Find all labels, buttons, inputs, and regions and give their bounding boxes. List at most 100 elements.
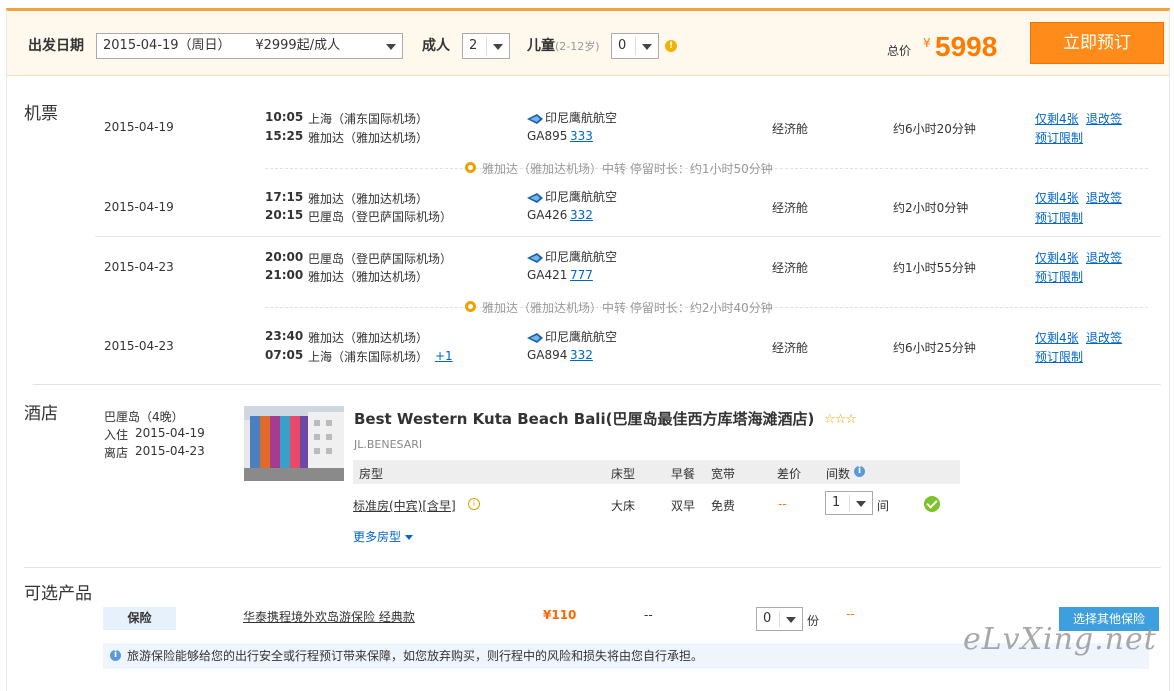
header-room-type: 房型: [359, 467, 384, 481]
help-icon[interactable]: !: [665, 40, 677, 52]
seats-remaining-link[interactable]: 仅剩4张: [1035, 329, 1079, 346]
selected-check-icon: [924, 496, 940, 512]
booking-restriction-link[interactable]: 预订限制: [1035, 348, 1083, 365]
flight-number: GA894: [527, 348, 568, 362]
arrival-airport: 雅加达（雅加达机场）: [308, 131, 429, 145]
flight-date: 2015-04-23: [104, 339, 174, 353]
seats-remaining-link[interactable]: 仅剩4张: [1035, 110, 1079, 127]
flights-section-title: 机票: [24, 104, 58, 124]
refund-change-link[interactable]: 退改签: [1086, 189, 1122, 206]
aircraft-type-link[interactable]: 332: [570, 208, 593, 222]
flight-number: GA421: [527, 268, 568, 282]
flight-date: 2015-04-19: [104, 200, 174, 214]
depart-date-label: 出发日期: [28, 38, 84, 54]
caret-down-icon: [405, 535, 414, 540]
hotel-address: JL.BENESARI: [354, 438, 423, 451]
departure-time: 20:00: [265, 250, 304, 264]
room-type-link[interactable]: 标准房(中宾)[含早]: [353, 497, 456, 514]
header-bed-type: 床型: [611, 467, 636, 481]
transfer-icon: [465, 162, 476, 173]
header-price-diff: 差价: [777, 467, 802, 481]
airline-logo-icon: [527, 332, 543, 343]
header-room-count: 间数: [826, 467, 851, 481]
refund-change-link[interactable]: 退改签: [1086, 110, 1122, 127]
header-breakfast: 早餐: [671, 467, 696, 481]
checkout-date: 2015-04-23: [135, 444, 205, 458]
chevron-down-icon: [493, 44, 503, 50]
arrival-airport: 上海（浦东国际机场）: [308, 350, 429, 364]
insurance-tag: 保险: [103, 607, 176, 630]
insurance-price: ¥110: [543, 608, 577, 622]
aircraft-type-link[interactable]: 333: [570, 129, 593, 143]
insurance-product-link[interactable]: 华泰携程境外欢岛游保险 经典款: [243, 608, 415, 625]
airline-logo-icon: [527, 113, 543, 124]
insurance-qty-select[interactable]: 0: [756, 607, 803, 631]
hotel-city-nights: 巴厘岛（4晚）: [104, 410, 184, 424]
departure-time: 23:40: [265, 329, 304, 343]
total-price: 5998: [935, 31, 998, 62]
aircraft-type-link[interactable]: 332: [570, 348, 593, 362]
flight-date: 2015-04-19: [104, 120, 174, 134]
transfer-icon: [465, 301, 476, 312]
chevron-down-icon: [856, 501, 866, 507]
room-bed-type: 大床: [611, 499, 636, 513]
insurance-notice-text: 旅游保险能够给您的出行安全或行程预订带来保障，如您放弃购买，则行程中的风险和损失…: [127, 649, 704, 663]
room-internet: 免费: [711, 499, 736, 513]
optional-products-title: 可选产品: [24, 584, 92, 604]
adult-count-value: 2: [469, 38, 478, 53]
info-icon: i: [110, 650, 121, 661]
room-count-value: 1: [832, 495, 841, 510]
arrival-time: 07:05: [265, 348, 304, 362]
total-price-label: 总价: [887, 44, 912, 58]
room-count-select[interactable]: 1: [825, 491, 873, 515]
more-room-types-link[interactable]: 更多房型: [353, 528, 414, 545]
transfer-info: 雅加达（雅加达机场）中转 停留时长：约1小时50分钟: [482, 162, 773, 176]
hotel-photo[interactable]: [244, 406, 344, 481]
flight-date: 2015-04-23: [104, 260, 174, 274]
chevron-down-icon: [386, 44, 396, 50]
aircraft-type-link[interactable]: 777: [570, 268, 593, 282]
arrival-airport: 巴厘岛（登巴萨国际机场）: [308, 210, 453, 224]
seats-remaining-link[interactable]: 仅剩4张: [1035, 189, 1079, 206]
seats-remaining-link[interactable]: 仅剩4张: [1035, 249, 1079, 266]
cabin-class: 经济舱: [772, 201, 809, 215]
info-icon[interactable]: i: [854, 466, 865, 477]
flight-duration: 约6小时25分钟: [893, 341, 976, 355]
insurance-qty-unit: 份: [807, 614, 820, 628]
flight-number: GA426: [527, 208, 568, 222]
child-count-select[interactable]: 0: [611, 33, 659, 59]
flight-duration: 约6小时20分钟: [893, 122, 976, 136]
departure-time: 17:15: [265, 190, 304, 204]
cabin-class: 经济舱: [772, 261, 809, 275]
transfer-info: 雅加达（雅加达机场）中转 停留时长：约2小时40分钟: [482, 301, 773, 315]
airline-logo-icon: [527, 252, 543, 263]
refund-change-link[interactable]: 退改签: [1086, 329, 1122, 346]
room-price-diff: --: [778, 497, 787, 511]
child-age-hint: (2-12岁): [555, 40, 600, 53]
site-watermark: eLvXing.net: [963, 622, 1157, 657]
booking-restriction-link[interactable]: 预订限制: [1035, 129, 1083, 146]
arrival-time: 15:25: [265, 129, 304, 143]
chevron-down-icon: [786, 617, 796, 623]
refund-change-link[interactable]: 退改签: [1086, 249, 1122, 266]
flight-duration: 约1小时55分钟: [893, 261, 976, 275]
booking-restriction-link[interactable]: 预订限制: [1035, 209, 1083, 226]
airline: 印尼鹰航航空: [527, 248, 617, 265]
flight-duration: 约2小时0分钟: [893, 201, 969, 215]
adult-count-select[interactable]: 2: [462, 33, 510, 59]
room-info-icon[interactable]: i: [468, 498, 480, 510]
airline: 印尼鹰航航空: [527, 188, 617, 205]
depart-date-select[interactable]: 2015-04-19（周日） ¥2999起/成人: [96, 33, 403, 59]
book-now-button[interactable]: 立即预订: [1030, 22, 1164, 64]
child-count-value: 0: [618, 38, 627, 53]
child-label: 儿童(2-12岁): [527, 38, 600, 54]
cabin-class: 经济舱: [772, 122, 809, 136]
currency-symbol: ¥: [923, 36, 931, 50]
next-day-indicator[interactable]: +1: [435, 349, 453, 363]
booking-restriction-link[interactable]: 预订限制: [1035, 268, 1083, 285]
hotel-name[interactable]: Best Western Kuta Beach Bali(巴厘岛最佳西方库塔海滩…: [354, 408, 814, 429]
hotel-photo-image: [244, 406, 344, 481]
departure-airport: 巴厘岛（登巴萨国际机场）: [308, 252, 453, 266]
adult-label: 成人: [422, 38, 450, 54]
depart-date-value: 2015-04-19（周日） ¥2999起/成人: [103, 38, 341, 53]
